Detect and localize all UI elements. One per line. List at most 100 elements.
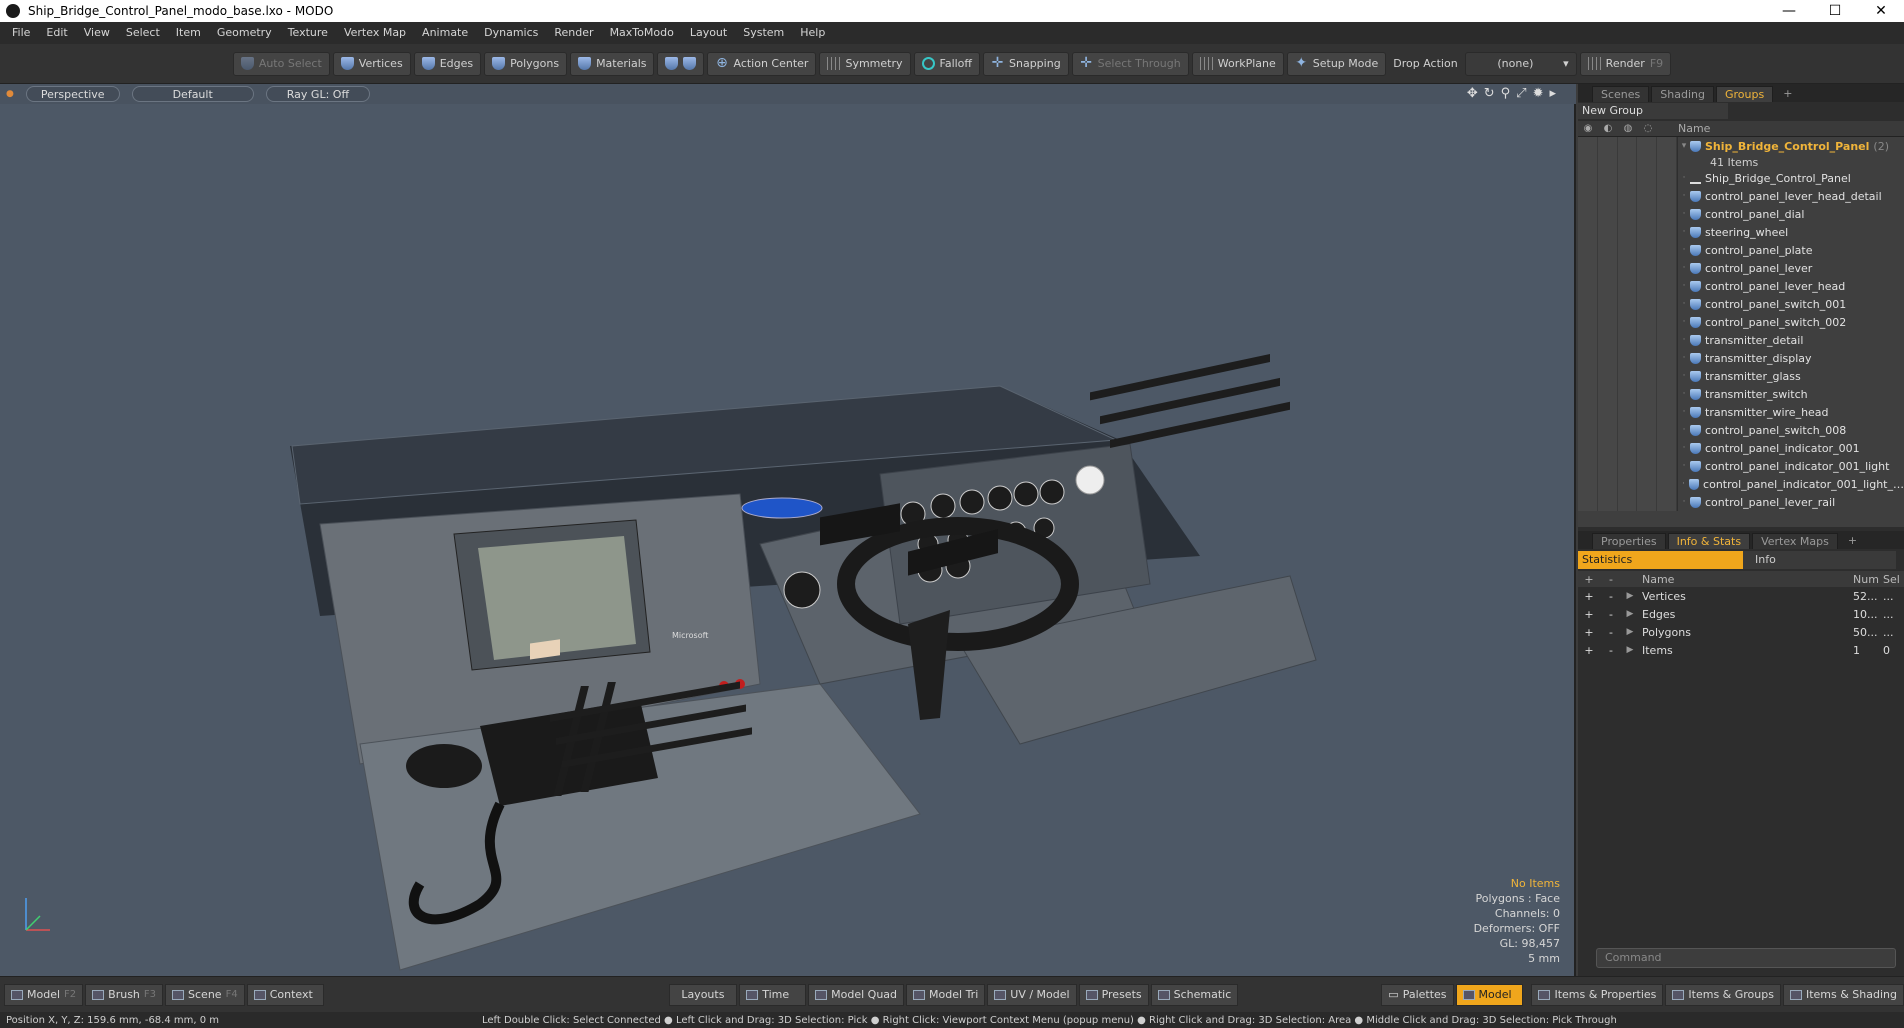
materials-button[interactable]: Materials <box>570 51 655 76</box>
polygons-button[interactable]: Polygons <box>484 51 568 76</box>
tab-info-stats[interactable]: Info & Stats <box>1667 533 1751 549</box>
layouts-button[interactable]: Layouts <box>668 983 738 1006</box>
expand-arrow-icon[interactable]: ▾ <box>1678 141 1690 151</box>
list-item[interactable]: · control_panel_switch_008 <box>1578 421 1904 439</box>
table-row[interactable]: + - ▶ Polygons 50...... <box>1578 623 1904 641</box>
rotate-view-icon[interactable]: ↻ <box>1484 86 1495 101</box>
viewport-menu-icon[interactable]: ● <box>6 89 14 99</box>
add-icon[interactable]: + <box>1578 608 1600 621</box>
group-row[interactable]: ▾ Ship_Bridge_Control_Panel (2) <box>1578 137 1904 155</box>
list-item[interactable]: · steering_wheel <box>1578 223 1904 241</box>
3d-viewport[interactable]: ● Perspective Default Ray GL: Off ✥ ↻ ⚲ … <box>0 84 1576 976</box>
expand-arrow-icon[interactable]: ▶ <box>1622 591 1638 601</box>
selection-mode-buttons[interactable] <box>657 51 705 76</box>
model-tri-button[interactable]: Model Tri <box>906 983 986 1006</box>
auto-select-button[interactable]: Auto Select <box>232 51 330 76</box>
ship-bridge-model[interactable]: Microsoft <box>0 104 1576 976</box>
table-row[interactable]: + - ▶ Items 1 0 <box>1578 641 1904 659</box>
menu-item[interactable]: Item <box>168 22 209 44</box>
workplane-button[interactable]: WorkPlane <box>1191 51 1284 76</box>
items-properties-button[interactable]: Items & Properties <box>1531 983 1664 1006</box>
shading-style-button[interactable]: Default <box>131 86 254 102</box>
menu-animate[interactable]: Animate <box>414 22 476 44</box>
list-item[interactable]: · transmitter_display <box>1578 349 1904 367</box>
view-type-button[interactable]: Perspective <box>25 86 120 102</box>
close-button[interactable]: ✕ <box>1858 0 1904 22</box>
menu-maxtomodo[interactable]: MaxToModo <box>602 22 682 44</box>
command-input[interactable]: Command <box>1596 948 1896 968</box>
table-row[interactable]: + - ▶ Vertices 52...... <box>1578 587 1904 605</box>
expand-arrow-icon[interactable]: ▶ <box>1622 627 1638 637</box>
list-item[interactable]: · transmitter_glass <box>1578 367 1904 385</box>
list-item[interactable]: · transmitter_wire_head <box>1578 403 1904 421</box>
uv-model-button[interactable]: UV / Model <box>987 983 1077 1006</box>
menu-layout[interactable]: Layout <box>682 22 735 44</box>
add-tab-icon[interactable]: + <box>1775 86 1800 102</box>
render-button[interactable]: Render F9 <box>1579 51 1672 76</box>
scene-layout-button[interactable]: Scene F4 <box>165 983 245 1006</box>
list-item[interactable]: · control_panel_indicator_001_light_… <box>1578 475 1904 493</box>
ray-gl-button[interactable]: Ray GL: Off <box>265 86 371 102</box>
list-item[interactable]: · control_panel_dial <box>1578 205 1904 223</box>
menu-view[interactable]: View <box>76 22 118 44</box>
menu-texture[interactable]: Texture <box>280 22 336 44</box>
zoom-view-icon[interactable]: ⚲ <box>1501 86 1511 101</box>
new-group-button[interactable]: New Group <box>1578 103 1728 119</box>
list-item[interactable]: · Ship_Bridge_Control_Panel <box>1578 169 1904 187</box>
list-item[interactable]: · control_panel_lever <box>1578 259 1904 277</box>
expand-arrow-icon[interactable]: ▶ <box>1622 609 1638 619</box>
tab-properties[interactable]: Properties <box>1592 533 1666 549</box>
menu-edit[interactable]: Edit <box>38 22 75 44</box>
tab-scenes[interactable]: Scenes <box>1592 86 1650 102</box>
vertices-button[interactable]: Vertices <box>332 51 411 76</box>
menu-help[interactable]: Help <box>792 22 833 44</box>
edges-button[interactable]: Edges <box>413 51 482 76</box>
menu-select[interactable]: Select <box>118 22 168 44</box>
items-shading-button[interactable]: Items & Shading <box>1782 983 1904 1006</box>
add-icon[interactable]: + <box>1578 626 1600 639</box>
list-item[interactable]: · transmitter_switch <box>1578 385 1904 403</box>
list-item[interactable]: · control_panel_lever_rail <box>1578 493 1904 511</box>
menu-vertex-map[interactable]: Vertex Map <box>336 22 414 44</box>
tab-groups[interactable]: Groups <box>1715 86 1774 102</box>
lock-column-icon[interactable]: ◍ <box>1618 123 1638 134</box>
presets-button[interactable]: Presets <box>1078 983 1149 1006</box>
add-icon[interactable]: + <box>1578 644 1600 657</box>
brush-layout-button[interactable]: Brush F3 <box>85 983 164 1006</box>
add-icon[interactable]: + <box>1578 590 1600 603</box>
menu-system[interactable]: System <box>735 22 792 44</box>
schematic-button[interactable]: Schematic <box>1150 983 1239 1006</box>
model-tab-active[interactable]: Model <box>1455 983 1523 1006</box>
viewport-more-icon[interactable]: ▸ <box>1549 86 1556 101</box>
expand-arrow-icon[interactable]: ▶ <box>1622 645 1638 655</box>
setup-mode-button[interactable]: ✦ Setup Mode <box>1286 51 1387 76</box>
list-item[interactable]: · control_panel_indicator_001 <box>1578 439 1904 457</box>
maximize-button[interactable]: ☐ <box>1812 0 1858 22</box>
falloff-button[interactable]: Falloff <box>913 51 980 76</box>
model-layout-button[interactable]: Model F2 <box>4 983 84 1006</box>
table-row[interactable]: + - ▶ Edges 10...... <box>1578 605 1904 623</box>
list-item[interactable]: · control_panel_switch_002 <box>1578 313 1904 331</box>
palettes-button[interactable]: ▭ Palettes <box>1381 983 1454 1006</box>
list-item[interactable]: · transmitter_detail <box>1578 331 1904 349</box>
move-view-icon[interactable]: ✥ <box>1467 86 1478 101</box>
symmetry-button[interactable]: Symmetry <box>819 51 911 76</box>
context-layout-button[interactable]: Context <box>246 983 324 1006</box>
minimize-button[interactable]: — <box>1766 0 1812 22</box>
tab-shading[interactable]: Shading <box>1651 86 1714 102</box>
add-column-icon[interactable]: + <box>1578 573 1600 586</box>
tab-info[interactable]: Info <box>1743 551 1896 569</box>
add-tab-icon[interactable]: + <box>1840 533 1865 549</box>
fit-view-icon[interactable]: ⤢ <box>1516 86 1526 101</box>
menu-geometry[interactable]: Geometry <box>209 22 280 44</box>
time-button[interactable]: Time <box>739 983 807 1006</box>
list-item[interactable]: · control_panel_plate <box>1578 241 1904 259</box>
select-column-icon[interactable]: ◌ <box>1638 123 1658 134</box>
remove-icon[interactable]: - <box>1600 608 1622 621</box>
snapping-button[interactable]: ✛ Snapping <box>983 51 1069 76</box>
list-item[interactable]: · control_panel_indicator_001_light <box>1578 457 1904 475</box>
items-groups-button[interactable]: Items & Groups <box>1665 983 1781 1006</box>
drop-action-select[interactable]: (none) ▾ <box>1464 51 1577 76</box>
remove-icon[interactable]: - <box>1600 626 1622 639</box>
menu-dynamics[interactable]: Dynamics <box>476 22 546 44</box>
